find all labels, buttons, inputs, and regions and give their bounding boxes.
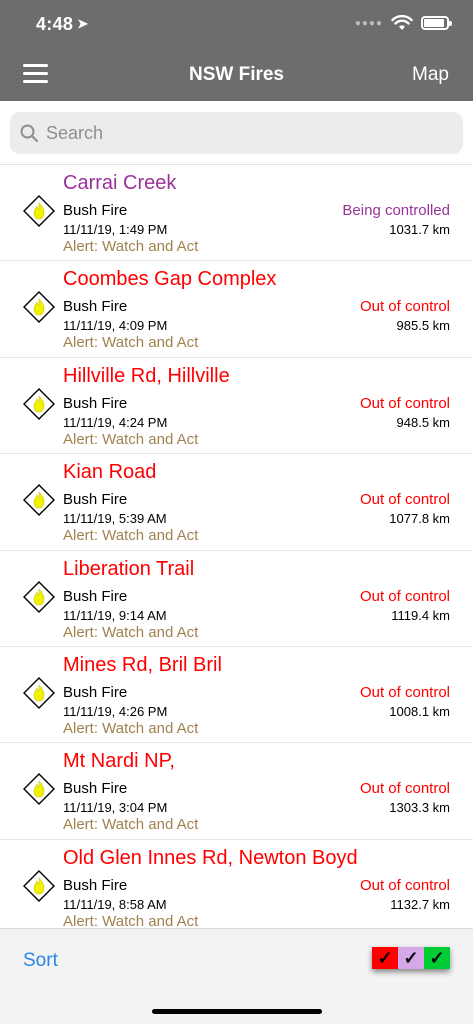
fire-status: Out of control <box>359 876 450 894</box>
page-title: NSW Fires <box>188 64 285 85</box>
list-item[interactable]: Mt Nardi NP, Bush Fire 11/11/19, 3:04 PM… <box>0 743 473 840</box>
status-time: 4:48 ➤ <box>36 14 88 35</box>
fire-updated-time: 11/11/19, 8:58 AM <box>63 896 167 912</box>
fire-name: Liberation Trail <box>63 557 195 580</box>
fire-danger-icon <box>23 387 55 420</box>
red-filter-toggle[interactable]: ✓ <box>372 947 398 969</box>
fire-danger-icon <box>23 869 55 902</box>
fire-name: Hillville Rd, Hillville <box>63 364 230 387</box>
fire-type: Bush Fire <box>63 202 128 219</box>
bottom-toolbar: Sort ✓ ✓ ✓ <box>0 928 473 1024</box>
fire-distance: 1008.1 km <box>389 703 450 719</box>
header: 4:48 ➤ ●●●● NSW Fires Map <box>0 0 473 101</box>
fire-distance: 1031.7 km <box>389 222 450 237</box>
fire-type: Bush Fire <box>63 780 128 798</box>
fire-alert-level: Alert: Watch and Act <box>63 719 199 737</box>
fire-updated-time: 11/11/19, 9:14 AM <box>63 607 167 623</box>
fire-status: Out of control <box>359 491 450 509</box>
fire-danger-icon <box>23 580 55 613</box>
fire-status: Out of control <box>359 780 450 798</box>
fire-alert-level: Alert: Watch and Act <box>63 238 199 255</box>
fire-name: Carrai Creek <box>63 172 177 194</box>
fire-status: Out of control <box>359 683 450 701</box>
fire-status: Being controlled <box>342 202 450 219</box>
home-indicator <box>152 1009 322 1014</box>
list-item[interactable]: Kian Road Bush Fire 11/11/19, 5:39 AM Al… <box>0 454 473 551</box>
fire-list: Carrai Creek Bush Fire 11/11/19, 1:49 PM… <box>0 165 473 937</box>
fire-alert-level: Alert: Watch and Act <box>63 334 199 352</box>
fire-name: Coombes Gap Complex <box>63 268 277 291</box>
list-item[interactable]: Liberation Trail Bush Fire 11/11/19, 9:1… <box>0 551 473 647</box>
fire-type: Bush Fire <box>63 587 128 605</box>
fire-danger-icon <box>23 291 55 324</box>
fire-distance: 1119.4 km <box>391 607 450 623</box>
fire-type: Bush Fire <box>63 298 128 316</box>
list-item[interactable]: Carrai Creek Bush Fire 11/11/19, 1:49 PM… <box>0 165 473 262</box>
fire-distance: 1077.8 km <box>389 511 450 527</box>
green-filter-toggle[interactable]: ✓ <box>424 947 450 969</box>
fire-distance: 1132.7 km <box>390 896 450 912</box>
fire-name: Mines Rd, Bril Bril <box>63 653 222 676</box>
wifi-icon <box>391 15 413 30</box>
status-filter-group: ✓ ✓ ✓ <box>372 947 450 969</box>
fire-danger-icon <box>23 676 55 709</box>
fire-danger-icon <box>23 195 55 227</box>
search-icon <box>20 124 38 142</box>
battery-icon <box>421 16 452 30</box>
fire-updated-time: 11/11/19, 4:26 PM <box>63 703 168 719</box>
fire-status: Out of control <box>359 587 450 605</box>
fire-name: Kian Road <box>63 461 157 484</box>
list-item[interactable]: Coombes Gap Complex Bush Fire 11/11/19, … <box>0 261 473 358</box>
fire-distance: 948.5 km <box>396 414 450 430</box>
fire-distance: 1303.3 km <box>389 800 450 816</box>
location-arrow-icon: ➤ <box>77 16 89 31</box>
fire-distance: 985.5 km <box>396 318 450 334</box>
fire-updated-time: 11/11/19, 3:04 PM <box>63 800 168 816</box>
fire-name: Mt Nardi NP, <box>63 750 175 773</box>
fire-updated-time: 11/11/19, 1:49 PM <box>63 222 168 237</box>
fire-updated-time: 11/11/19, 4:09 PM <box>63 318 168 334</box>
fire-status: Out of control <box>359 394 450 412</box>
list-item[interactable]: Mines Rd, Bril Bril Bush Fire 11/11/19, … <box>0 647 473 744</box>
sort-button[interactable]: Sort <box>23 950 58 972</box>
fire-alert-level: Alert: Watch and Act <box>63 623 199 641</box>
list-item[interactable]: Hillville Rd, Hillville Bush Fire 11/11/… <box>0 358 473 455</box>
list-item[interactable]: Old Glen Innes Rd, Newton Boyd Bush Fire… <box>0 840 473 937</box>
fire-type: Bush Fire <box>63 876 128 894</box>
fire-danger-icon <box>23 484 55 517</box>
map-button[interactable]: Map <box>412 64 449 86</box>
fire-alert-level: Alert: Watch and Act <box>63 430 199 448</box>
fire-updated-time: 11/11/19, 4:24 PM <box>63 414 168 430</box>
status-time-label: 4:48 <box>36 14 74 34</box>
search-field[interactable] <box>10 112 463 154</box>
fire-alert-level: Alert: Watch and Act <box>63 527 199 545</box>
purple-filter-toggle[interactable]: ✓ <box>398 947 424 969</box>
fire-updated-time: 11/11/19, 5:39 AM <box>63 511 167 527</box>
fire-danger-icon <box>23 773 55 806</box>
search-input[interactable] <box>46 122 426 144</box>
fire-name: Old Glen Innes Rd, Newton Boyd <box>63 846 358 869</box>
status-indicators: ●●●● <box>354 15 452 31</box>
search-bar <box>0 101 473 165</box>
fire-status: Out of control <box>359 298 450 316</box>
signal-icon: ●●●● <box>354 17 383 29</box>
fire-type: Bush Fire <box>63 491 128 509</box>
fire-type: Bush Fire <box>63 394 128 412</box>
fire-type: Bush Fire <box>63 683 128 701</box>
fire-alert-level: Alert: Watch and Act <box>63 816 199 834</box>
